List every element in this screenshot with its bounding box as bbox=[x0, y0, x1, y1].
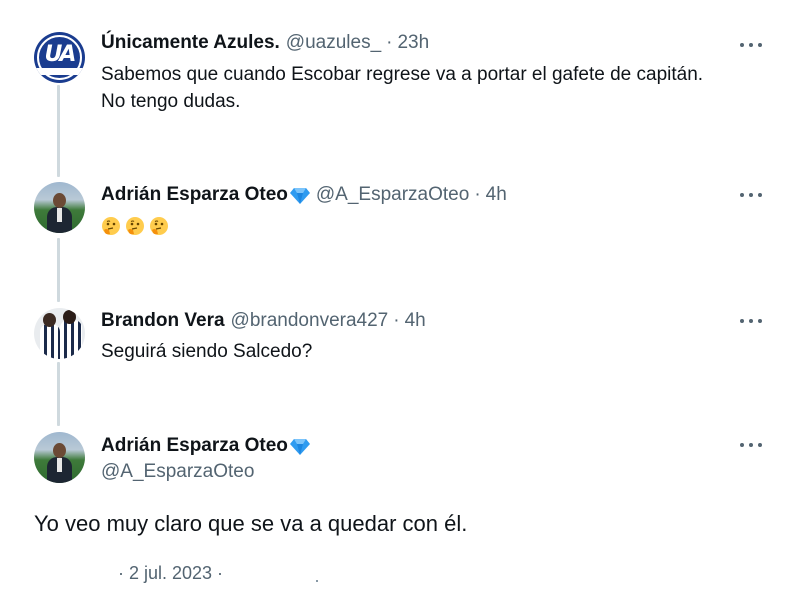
tweet-timestamp[interactable]: · 2 jul. 2023 · bbox=[118, 562, 223, 584]
more-horizontal-icon bbox=[749, 319, 753, 323]
author-handle[interactable]: @A_EsparzaOteo bbox=[101, 460, 254, 484]
separator-dot: · bbox=[386, 32, 393, 53]
more-horizontal-icon bbox=[758, 43, 762, 47]
avatar-band bbox=[34, 68, 85, 75]
tweet-text bbox=[101, 212, 173, 239]
more-horizontal-icon bbox=[758, 193, 762, 197]
author-handle[interactable]: @uazules_ bbox=[286, 31, 381, 55]
more-horizontal-icon bbox=[758, 443, 762, 447]
avatar-figure bbox=[43, 313, 56, 327]
more-options-button[interactable] bbox=[740, 38, 762, 52]
thinking-face-icon bbox=[126, 216, 144, 235]
more-horizontal-icon bbox=[740, 319, 744, 323]
avatar-figure bbox=[53, 193, 66, 208]
thread-line bbox=[57, 362, 60, 426]
more-horizontal-icon bbox=[749, 43, 753, 47]
tweet-text: Sabemos que cuando Escobar regrese va a … bbox=[101, 61, 703, 115]
author-name[interactable]: Adrián Esparza Oteo bbox=[101, 183, 288, 207]
more-horizontal-icon bbox=[740, 193, 744, 197]
avatar[interactable]: UA bbox=[34, 32, 85, 83]
tweet-header: Únicamente Azules. @uazules_ · 23h bbox=[101, 31, 429, 55]
more-horizontal-icon bbox=[749, 193, 753, 197]
more-horizontal-icon bbox=[740, 443, 744, 447]
tweet-text-line: No tengo dudas. bbox=[101, 91, 241, 112]
author-handle[interactable]: @A_EsparzaOteo bbox=[316, 183, 469, 207]
avatar-figure bbox=[57, 458, 62, 472]
thinking-face-icon bbox=[150, 216, 168, 235]
more-horizontal-icon bbox=[749, 443, 753, 447]
blue-diamond-icon bbox=[289, 188, 310, 204]
avatar-figure bbox=[63, 310, 76, 324]
avatar[interactable] bbox=[34, 308, 85, 359]
more-horizontal-icon bbox=[740, 43, 744, 47]
avatar-figure bbox=[40, 324, 60, 359]
avatar-figure bbox=[53, 443, 66, 458]
author-handle[interactable]: @brandonvera427 bbox=[231, 309, 389, 333]
tweet-header: Brandon Vera @brandonvera427 · 4h bbox=[101, 309, 426, 333]
avatar-figure bbox=[60, 320, 82, 359]
more-options-button[interactable] bbox=[740, 188, 762, 202]
avatar[interactable] bbox=[34, 432, 85, 483]
tweet-text: Seguirá siendo Salcedo? bbox=[101, 341, 313, 362]
author-name[interactable]: Únicamente Azules. bbox=[101, 31, 280, 55]
more-horizontal-icon bbox=[758, 319, 762, 323]
more-options-button[interactable] bbox=[740, 314, 762, 328]
divider-dot bbox=[316, 580, 318, 582]
avatar[interactable] bbox=[34, 182, 85, 233]
separator-dot: · bbox=[474, 184, 481, 205]
tweet-time[interactable]: 23h bbox=[397, 31, 429, 55]
thread-line bbox=[57, 238, 60, 302]
thread-line bbox=[57, 85, 60, 177]
tweet-time[interactable]: 4h bbox=[486, 183, 507, 207]
tweet-text: Yo veo muy claro que se va a quedar con … bbox=[34, 511, 468, 536]
avatar-figure bbox=[57, 208, 62, 222]
tweet-header: Adrián Esparza Oteo bbox=[101, 434, 310, 458]
separator-dot: · bbox=[393, 310, 400, 331]
author-name[interactable]: Adrián Esparza Oteo bbox=[101, 434, 288, 458]
avatar-logo-letters: UA bbox=[44, 42, 77, 67]
author-name[interactable]: Brandon Vera bbox=[101, 309, 225, 333]
tweet-header: Adrián Esparza Oteo @A_EsparzaOteo · 4h bbox=[101, 183, 507, 207]
thinking-face-icon bbox=[102, 216, 120, 235]
tweet-text-line: Sabemos que cuando Escobar regrese va a … bbox=[101, 64, 704, 85]
more-options-button[interactable] bbox=[740, 438, 762, 452]
blue-diamond-icon bbox=[289, 439, 310, 455]
tweet-time[interactable]: 4h bbox=[405, 309, 426, 333]
